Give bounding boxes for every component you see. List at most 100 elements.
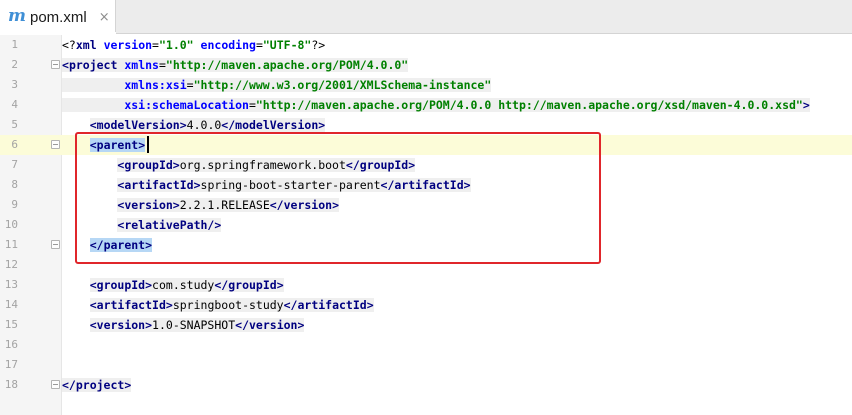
xml-punct: </ xyxy=(62,378,76,392)
tab-title: pom.xml xyxy=(30,8,87,26)
parent-block-annotation-box xyxy=(75,132,601,264)
xml-punct: < xyxy=(62,58,69,72)
xml-punct: = xyxy=(152,38,159,52)
line-number: 13 xyxy=(4,278,18,291)
xml-tag: artifactId xyxy=(96,298,166,312)
xml-string: "http://maven.apache.org/POM/4.0.0" xyxy=(165,58,409,72)
xml-text: springboot-study xyxy=(172,298,284,312)
line-number: 9 xyxy=(11,198,18,211)
xml-punct: < xyxy=(89,318,97,332)
xml-attribute: xmlns:xsi xyxy=(124,78,187,92)
fold-toggle-icon[interactable] xyxy=(51,380,60,389)
xml-punct: </ xyxy=(235,318,249,332)
line-number: 3 xyxy=(11,78,18,91)
line-number: 8 xyxy=(11,178,18,191)
xml-punct: > xyxy=(276,278,284,292)
tag-highlight-band: <modelVersion>4.0.0</modelVersion> xyxy=(89,118,326,132)
line-number: 2 xyxy=(11,58,18,71)
xml-attribute: encoding xyxy=(200,38,256,52)
code-line-2[interactable]: <project xmlns="http://maven.apache.org/… xyxy=(62,55,409,75)
xml-punct: > xyxy=(366,298,374,312)
xml-punct: = xyxy=(255,38,263,52)
tag-highlight-band: xmlns:xsi="http://www.w3.org/2001/XMLSch… xyxy=(62,78,492,92)
xml-text: 4.0.0 xyxy=(186,118,222,132)
xml-tag: modelVersion xyxy=(235,118,319,132)
code-line-4[interactable]: xsi:schemaLocation="http://maven.apache.… xyxy=(62,95,810,115)
line-number: 16 xyxy=(4,338,18,351)
xml-punct: > xyxy=(145,318,153,332)
xml-punct: > xyxy=(802,98,810,112)
tag-highlight-band: <artifactId>springboot-study</artifactId… xyxy=(89,298,374,312)
xml-punct: > xyxy=(165,298,173,312)
fold-toggle-icon[interactable] xyxy=(51,60,60,69)
tag-highlight-band: <groupId>com.study</groupId> xyxy=(89,278,284,292)
fold-toggle-icon[interactable] xyxy=(51,140,60,149)
line-number: 18 xyxy=(4,378,18,391)
xml-string: "http://www.w3.org/2001/XMLSchema-instan… xyxy=(193,78,492,92)
code-editor[interactable]: 1 2 3 4 5 6 7 8 9 10 11 12 13 14 15 16 1… xyxy=(0,35,852,415)
xml-tag: artifactId xyxy=(297,298,367,312)
tag-highlight-band: </project> xyxy=(62,378,132,392)
code-line-3[interactable]: xmlns:xsi="http://www.w3.org/2001/XMLSch… xyxy=(62,75,492,95)
xml-tag: version xyxy=(96,318,146,332)
xml-text: com.study xyxy=(152,278,215,292)
xml-tag: project xyxy=(68,58,118,72)
line-number: 12 xyxy=(4,258,18,271)
xml-punct: > xyxy=(124,378,132,392)
xml-tag: project xyxy=(75,378,125,392)
xml-string: "http://maven.apache.org/POM/4.0.0 http:… xyxy=(255,98,803,112)
maven-file-icon: m xyxy=(8,5,26,26)
fold-toggle-icon[interactable] xyxy=(51,240,60,249)
line-number: 11 xyxy=(4,238,18,251)
tab-pom-xml[interactable]: m pom.xml × xyxy=(0,0,116,35)
xml-punct: </ xyxy=(221,118,236,132)
xml-punct: > xyxy=(297,318,305,332)
xml-attribute: xsi:schemaLocation xyxy=(124,98,249,112)
code-line-18[interactable]: </project> xyxy=(62,375,132,395)
xml-tag: modelVersion xyxy=(96,118,180,132)
xml-punct: < xyxy=(89,118,97,132)
xml-tag: groupId xyxy=(228,278,277,292)
xml-punct: > xyxy=(179,118,187,132)
xml-string: "UTF-8" xyxy=(262,38,312,52)
xml-punct: > xyxy=(145,278,153,292)
xml-tag: xml xyxy=(75,38,97,52)
xml-text: 1.0-SNAPSHOT xyxy=(152,318,236,332)
xml-punct: = xyxy=(248,98,256,112)
code-line-13[interactable]: <groupId>com.study</groupId> xyxy=(62,275,284,295)
xml-punct: = xyxy=(158,58,166,72)
tag-highlight-band: <version>1.0-SNAPSHOT</version> xyxy=(89,318,305,332)
xml-punct: </ xyxy=(214,278,229,292)
line-number: 6 xyxy=(11,138,18,151)
line-number: 14 xyxy=(4,298,18,311)
close-icon[interactable]: × xyxy=(99,11,110,24)
code-line-1[interactable]: <?xml version="1.0" encoding="UTF-8"?> xyxy=(62,35,325,55)
xml-tag: groupId xyxy=(96,278,146,292)
xml-punct: > xyxy=(318,118,326,132)
xml-punct: = xyxy=(186,78,194,92)
xml-punct: <? xyxy=(62,38,76,52)
xml-string: "1.0" xyxy=(158,38,194,52)
line-number: 15 xyxy=(4,318,18,331)
code-line-14[interactable]: <artifactId>springboot-study</artifactId… xyxy=(62,295,374,315)
xml-punct: < xyxy=(89,298,97,312)
tag-highlight-band: <project xmlns="http://maven.apache.org/… xyxy=(62,58,409,72)
code-line-15[interactable]: <version>1.0-SNAPSHOT</version> xyxy=(62,315,305,335)
line-number: 4 xyxy=(11,98,18,111)
xml-attribute: xmlns xyxy=(124,58,159,72)
line-number-gutter: 1 2 3 4 5 6 7 8 9 10 11 12 13 14 15 16 1… xyxy=(0,35,62,415)
xml-punct: </ xyxy=(283,298,298,312)
xml-tag: version xyxy=(249,318,298,332)
xml-punct: < xyxy=(89,278,97,292)
tag-highlight-band: xsi:schemaLocation="http://maven.apache.… xyxy=(62,98,810,112)
line-number: 7 xyxy=(11,158,18,171)
line-number: 10 xyxy=(4,218,18,231)
